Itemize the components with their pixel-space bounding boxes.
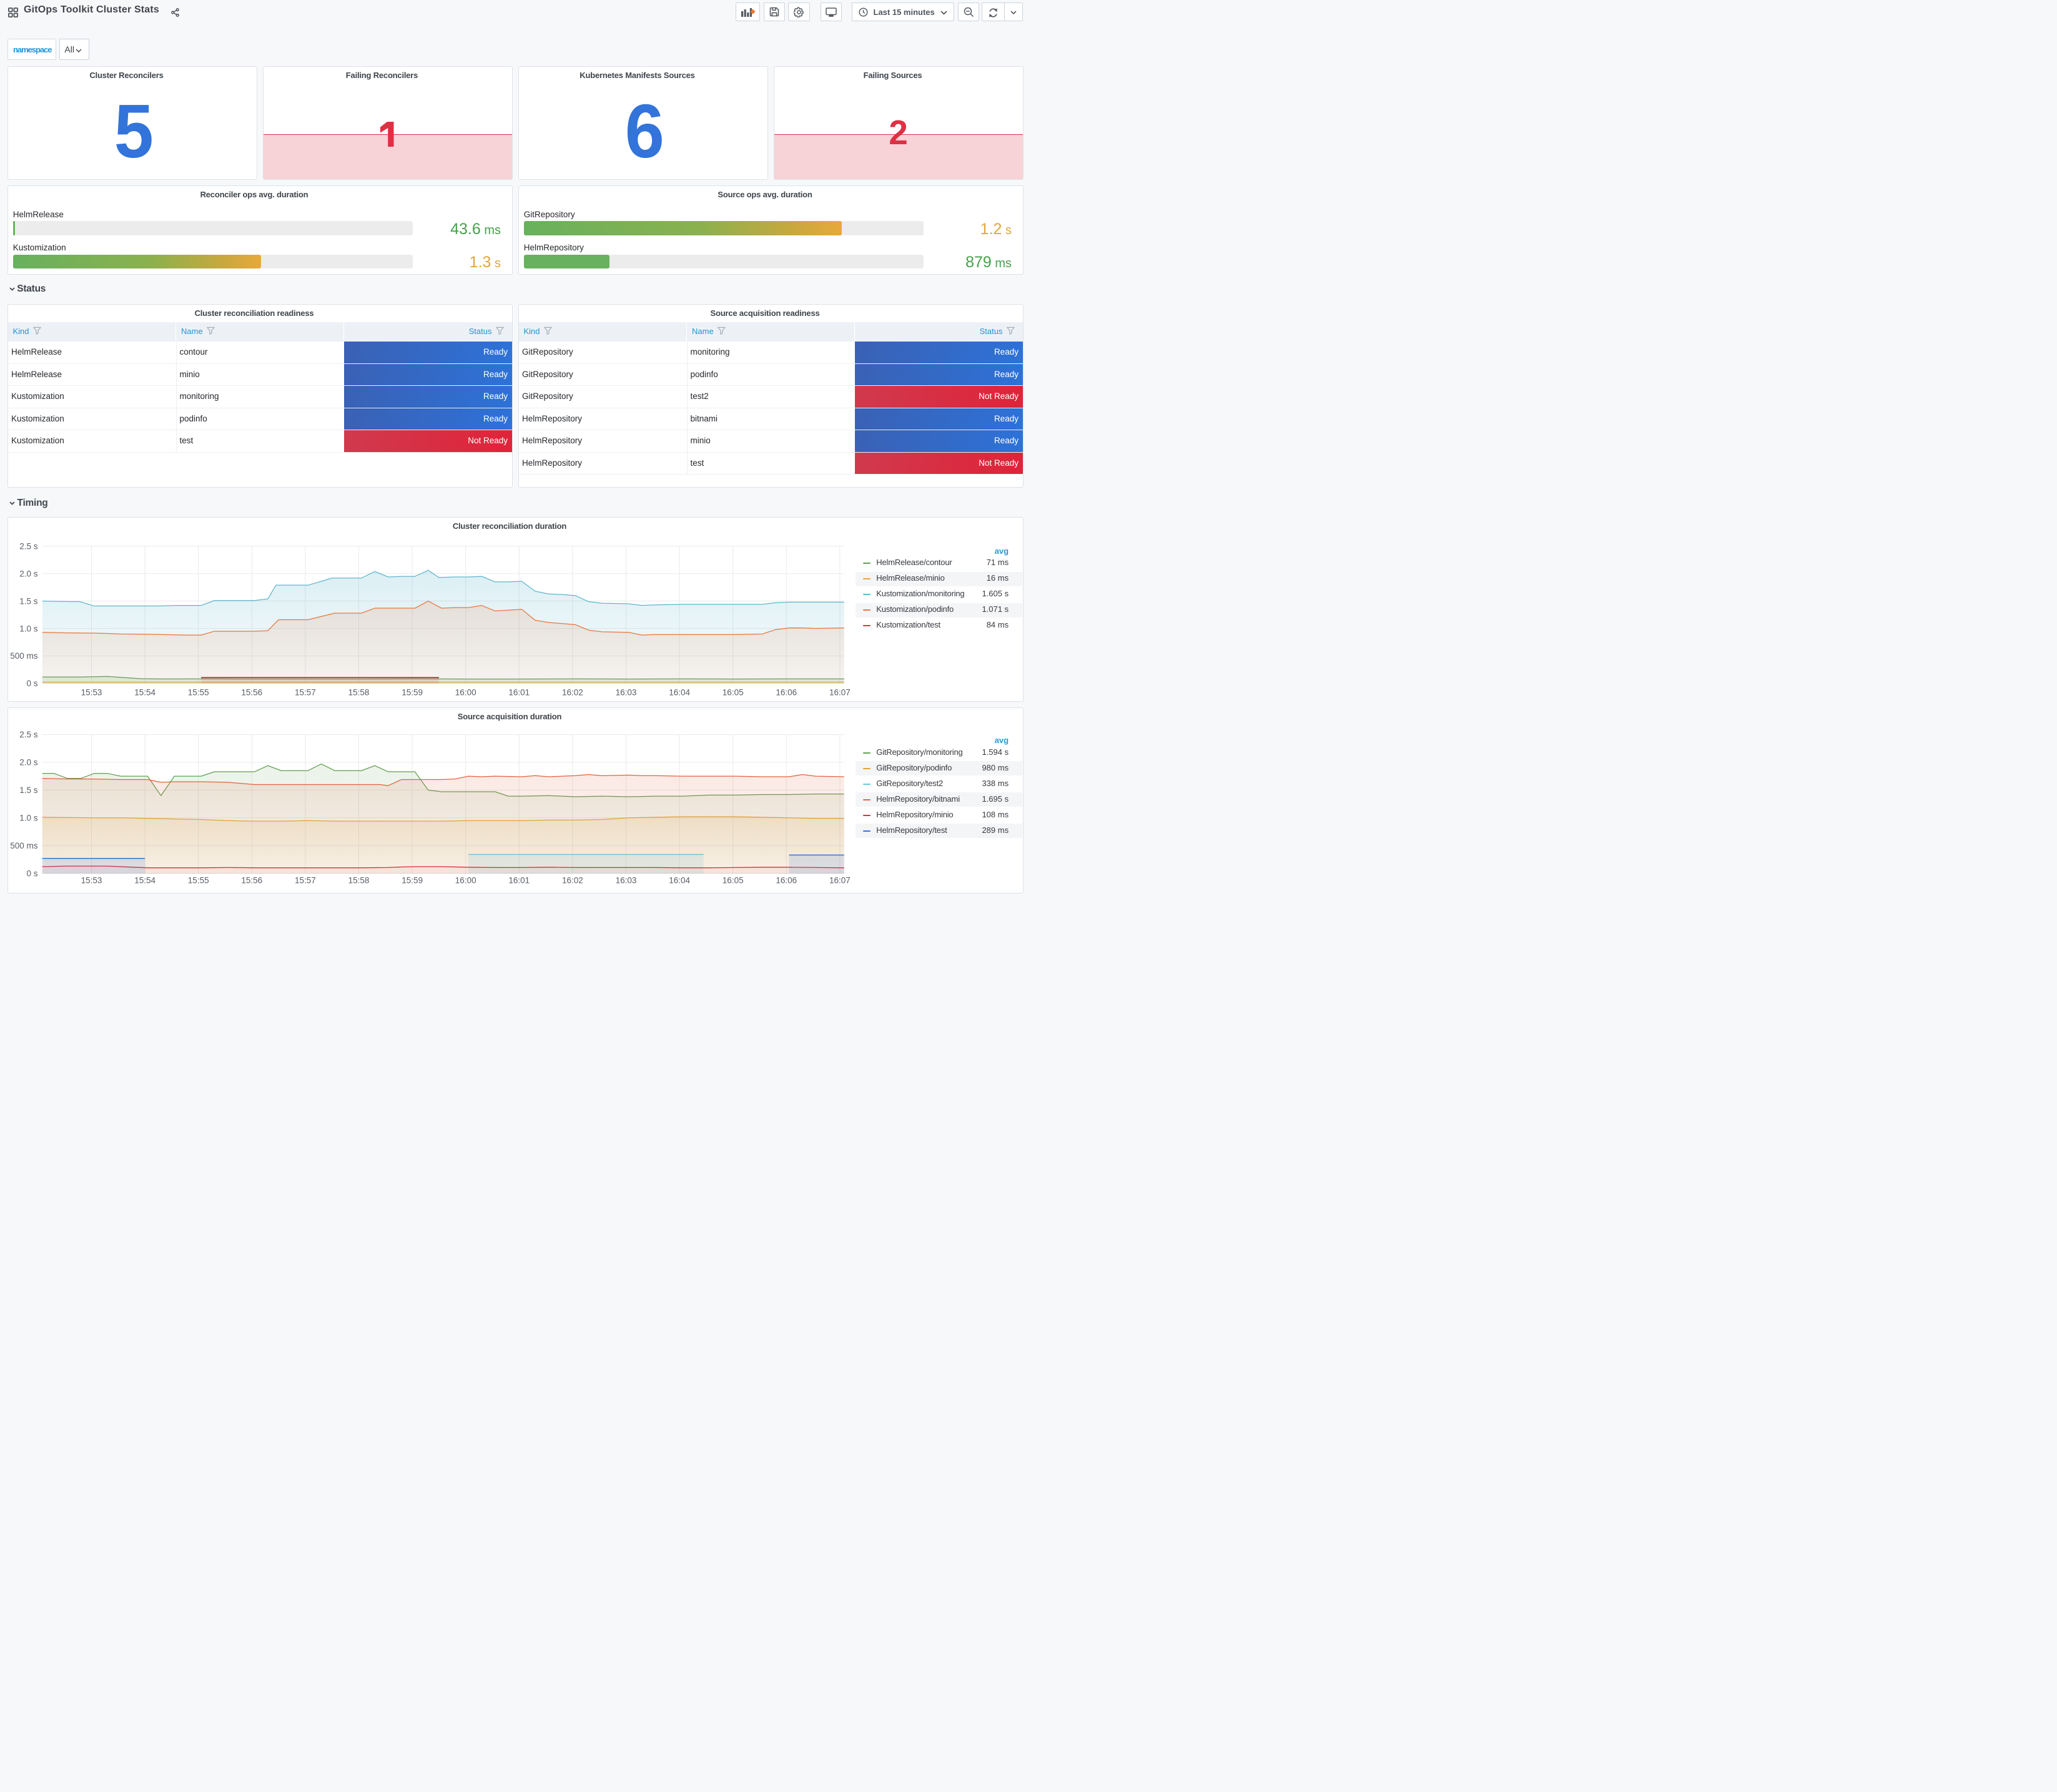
svg-text:15:58: 15:58 xyxy=(348,876,369,885)
svg-text:16:06: 16:06 xyxy=(776,876,797,885)
svg-text:16:01: 16:01 xyxy=(508,876,530,885)
svg-text:15:59: 15:59 xyxy=(402,688,423,697)
svg-text:2.5 s: 2.5 s xyxy=(19,542,38,551)
svg-text:15:54: 15:54 xyxy=(134,688,155,697)
svg-text:15:58: 15:58 xyxy=(348,688,369,697)
svg-text:1.0 s: 1.0 s xyxy=(19,814,38,823)
svg-text:1.5 s: 1.5 s xyxy=(19,785,38,795)
svg-text:15:56: 15:56 xyxy=(241,688,262,697)
svg-text:16:05: 16:05 xyxy=(722,876,743,885)
svg-text:16:07: 16:07 xyxy=(829,876,851,885)
svg-text:0 s: 0 s xyxy=(26,679,37,688)
svg-text:16:07: 16:07 xyxy=(829,688,851,697)
svg-text:16:01: 16:01 xyxy=(508,688,530,697)
svg-text:500 ms: 500 ms xyxy=(10,651,38,661)
svg-text:15:56: 15:56 xyxy=(241,876,262,885)
svg-text:16:06: 16:06 xyxy=(776,688,797,697)
svg-text:16:00: 16:00 xyxy=(455,688,476,697)
svg-text:16:04: 16:04 xyxy=(669,876,690,885)
svg-text:2.0 s: 2.0 s xyxy=(19,758,38,767)
svg-text:15:57: 15:57 xyxy=(295,688,316,697)
svg-text:15:54: 15:54 xyxy=(134,876,155,885)
svg-text:16:03: 16:03 xyxy=(615,876,636,885)
svg-text:2.0 s: 2.0 s xyxy=(19,569,38,578)
svg-text:15:55: 15:55 xyxy=(187,688,209,697)
svg-text:1.0 s: 1.0 s xyxy=(19,624,38,633)
svg-text:16:05: 16:05 xyxy=(722,688,743,697)
svg-text:500 ms: 500 ms xyxy=(10,841,38,850)
svg-text:15:53: 15:53 xyxy=(81,688,102,697)
svg-text:15:53: 15:53 xyxy=(81,876,102,885)
svg-text:15:57: 15:57 xyxy=(295,876,316,885)
svg-text:2.5 s: 2.5 s xyxy=(19,730,38,739)
svg-text:16:02: 16:02 xyxy=(562,688,583,697)
svg-text:16:03: 16:03 xyxy=(615,688,636,697)
svg-text:16:02: 16:02 xyxy=(562,876,583,885)
svg-text:16:04: 16:04 xyxy=(669,688,690,697)
svg-text:15:59: 15:59 xyxy=(402,876,423,885)
svg-text:16:00: 16:00 xyxy=(455,876,476,885)
svg-text:1.5 s: 1.5 s xyxy=(19,596,38,606)
svg-text:0 s: 0 s xyxy=(26,869,37,878)
svg-text:15:55: 15:55 xyxy=(187,876,209,885)
